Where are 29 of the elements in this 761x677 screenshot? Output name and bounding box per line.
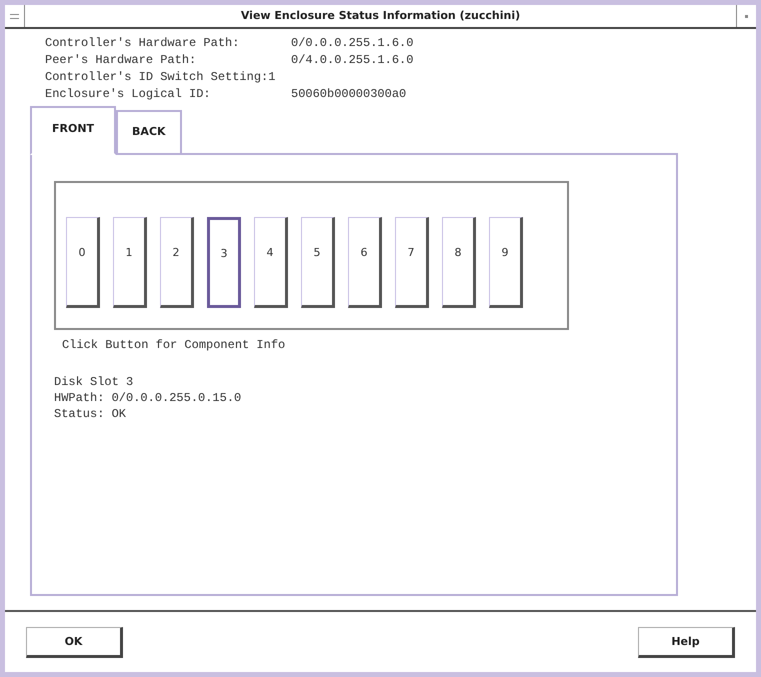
- detail-line: HWPath: 0/0.0.0.255.0.15.0: [54, 390, 242, 406]
- info-label: Enclosure's Logical ID:: [45, 86, 212, 103]
- tab[interactable]: BACK: [116, 110, 182, 153]
- disk-slot-button[interactable]: 1: [113, 217, 147, 308]
- window-title: View Enclosure Status Information (zucchini): [240, 8, 522, 24]
- disk-slot-button[interactable]: 0: [66, 217, 100, 308]
- disk-slot-button[interactable]: 6: [348, 217, 382, 308]
- tab[interactable]: FRONT: [30, 106, 116, 155]
- dialog-button[interactable]: Help: [638, 626, 735, 658]
- disk-slot-button[interactable]: 7: [395, 217, 429, 308]
- info-value: 0/0.0.0.255.1.6.0: [291, 35, 414, 52]
- minimize-icon: [745, 14, 748, 18]
- info-label: Peer's Hardware Path:: [45, 52, 198, 69]
- info-value: 0/4.0.0.255.1.6.0: [291, 52, 414, 69]
- disk-slot-button[interactable]: 2: [160, 217, 194, 308]
- info-value: 50060b00000300a0: [291, 86, 406, 103]
- menu-icon: [10, 14, 19, 18]
- disk-slot-button[interactable]: 8: [442, 217, 476, 308]
- info-label: Controller's ID Switch Setting:: [45, 69, 268, 86]
- dialog-button[interactable]: OK: [26, 626, 123, 658]
- disk-slot-button[interactable]: 5: [301, 217, 335, 308]
- detail-line: Status: OK: [54, 406, 128, 422]
- info-label: Controller's Hardware Path:: [45, 35, 240, 52]
- info-value: 1: [268, 69, 276, 86]
- disk-slot-button[interactable]: 4: [254, 217, 288, 308]
- disk-slot-button[interactable]: 9: [489, 217, 523, 308]
- detail-line: Disk Slot 3: [54, 374, 134, 390]
- hint-text: Click Button for Component Info: [62, 338, 286, 352]
- disk-slot-button[interactable]: 3: [207, 217, 241, 308]
